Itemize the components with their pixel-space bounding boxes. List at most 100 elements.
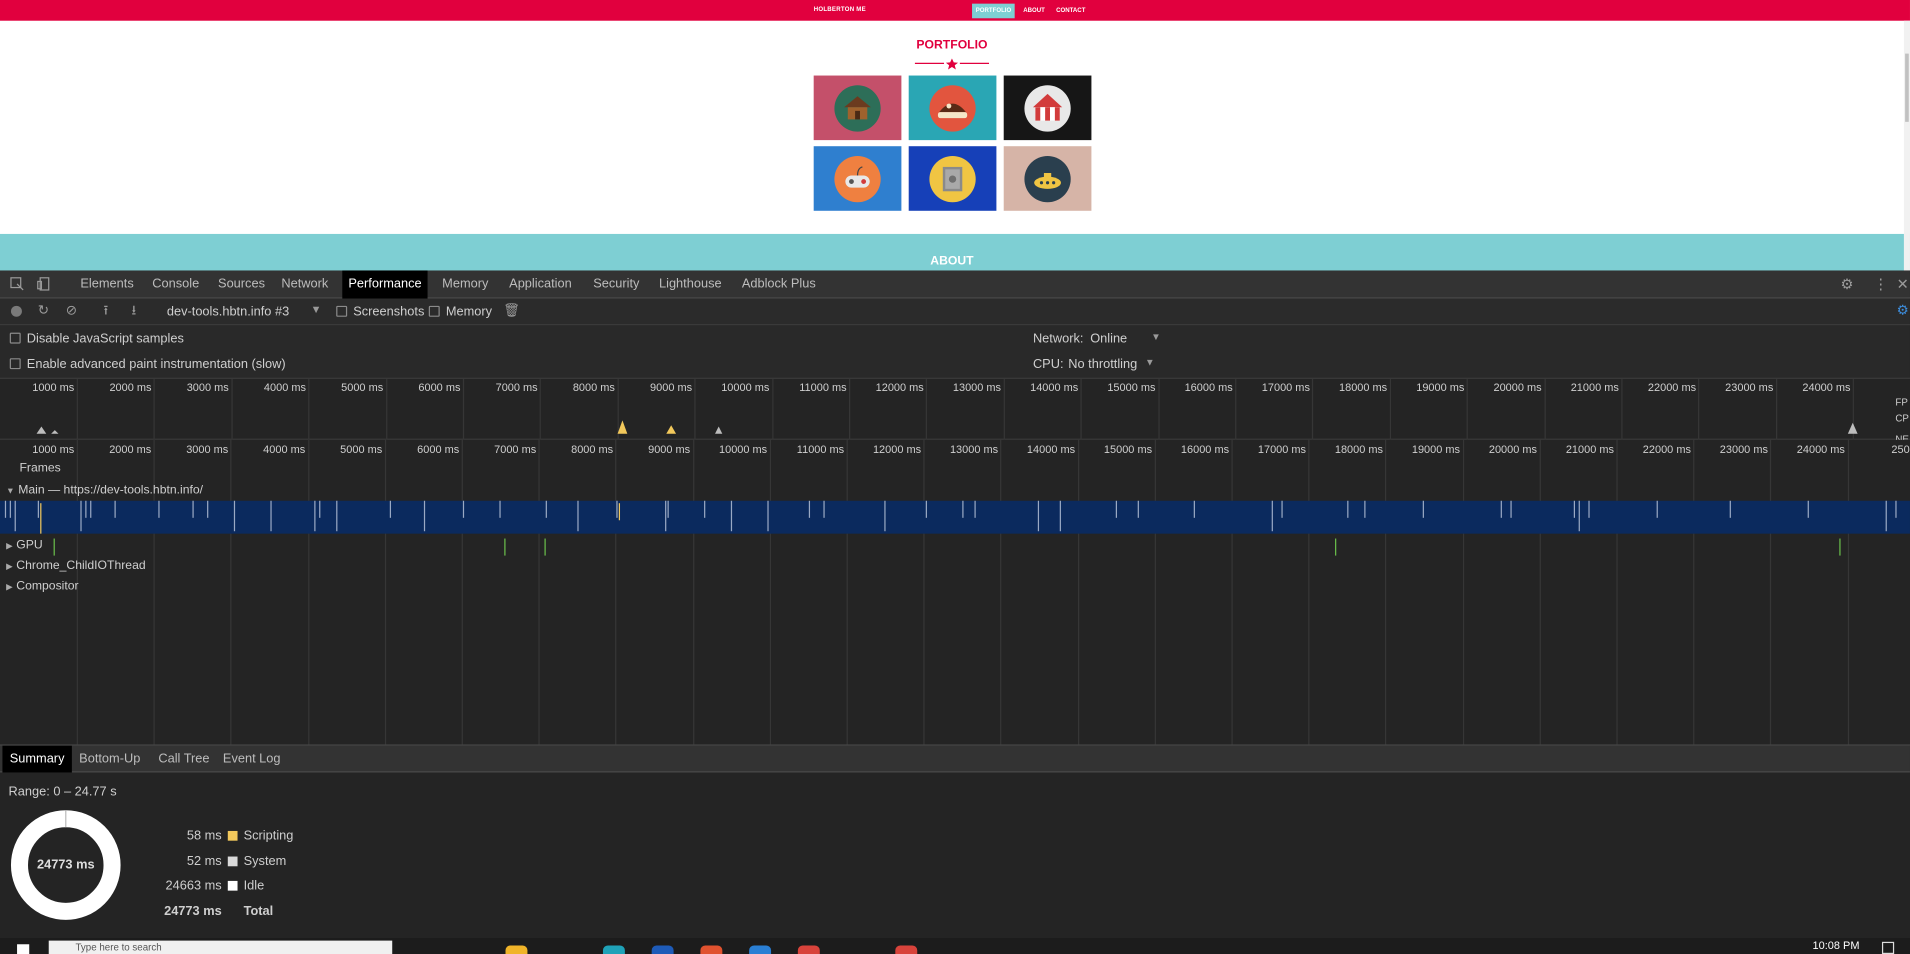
portfolio-tile-cabin[interactable] [813, 75, 902, 141]
gpu-mark[interactable] [504, 538, 506, 556]
main-thread-track[interactable] [0, 500, 1910, 534]
portfolio-tile-gamepad[interactable] [813, 146, 902, 211]
clear-icon[interactable]: ⊘ [66, 304, 77, 318]
trash-icon[interactable]: 🗑 [503, 304, 520, 318]
close-icon[interactable]: ✕ [1897, 277, 1909, 292]
disable-js-samples-checkbox[interactable] [9, 332, 21, 344]
task-mark[interactable] [37, 500, 39, 518]
task-mark[interactable] [423, 500, 426, 532]
task-mark[interactable] [1510, 500, 1512, 518]
task-mark[interactable] [389, 500, 392, 518]
gpu-mark[interactable] [53, 538, 55, 556]
task-mark[interactable] [1895, 500, 1897, 518]
task-mark[interactable] [1347, 500, 1349, 518]
task-mark[interactable] [319, 500, 321, 518]
task-mark[interactable] [1281, 500, 1283, 518]
gpu-mark[interactable] [1839, 538, 1841, 556]
capture-settings-gear-icon[interactable]: ⚙ [1897, 304, 1909, 318]
task-mark[interactable] [314, 500, 316, 532]
task-mark[interactable] [1573, 500, 1576, 518]
task-mark[interactable] [9, 500, 11, 518]
inspect-element-icon[interactable] [10, 277, 25, 295]
save-profile-icon[interactable]: ⭳ [132, 304, 137, 318]
task-mark[interactable] [85, 500, 87, 518]
tab-summary[interactable]: Summary [2, 745, 72, 773]
vscode-icon[interactable] [749, 945, 772, 954]
task-mark[interactable] [884, 500, 886, 532]
windows-start-icon[interactable] [17, 944, 30, 954]
tab-performance[interactable]: Performance [342, 270, 428, 299]
tab-event-log[interactable]: Event Log [216, 746, 288, 773]
gpu-track-header[interactable]: ▶ GPU [6, 539, 43, 552]
settings-gear-icon[interactable]: ⚙ [1841, 277, 1854, 292]
cpu-throttle-select[interactable]: No throttling [1068, 357, 1137, 372]
network-chevron-down-icon[interactable]: ▼ [1151, 332, 1161, 343]
task-mark[interactable] [704, 500, 706, 518]
nav-portfolio[interactable]: PORTFOLIO [972, 3, 1015, 19]
site-brand[interactable]: HOLBERTON ME [814, 6, 866, 13]
task-mark[interactable] [1193, 500, 1195, 518]
chevron-down-icon[interactable]: ▼ [311, 304, 322, 316]
more-menu-icon[interactable]: ⋮ [1873, 277, 1888, 292]
task-mark[interactable] [270, 500, 272, 532]
compositor-track-header[interactable]: ▶ Compositor [6, 580, 79, 593]
tab-console[interactable]: Console [146, 270, 205, 298]
task-mark[interactable] [1422, 500, 1424, 518]
chrome-icon[interactable] [797, 945, 820, 954]
task-mark[interactable] [90, 500, 92, 518]
tab-memory[interactable]: Memory [436, 270, 494, 298]
task-mark[interactable] [545, 500, 547, 518]
task-mark[interactable] [667, 500, 669, 518]
task-mark[interactable] [207, 500, 209, 518]
task-mark[interactable] [336, 500, 338, 532]
timeline-overview[interactable]: 1000 ms 2000 ms 3000 ms 4000 ms 5000 ms 6000 … [0, 378, 1910, 445]
task-mark[interactable] [1115, 500, 1117, 518]
task-mark[interactable] [730, 500, 733, 532]
taskbar-search-input[interactable]: Type here to search [48, 940, 393, 954]
task-mark[interactable] [962, 500, 964, 518]
recording-selector[interactable]: dev-tools.hbtn.info #3 [167, 305, 289, 320]
task-mark[interactable] [974, 500, 976, 518]
cpu-chevron-down-icon[interactable]: ▼ [1145, 358, 1155, 368]
page-scrollbar-thumb[interactable] [1905, 53, 1909, 122]
task-mark[interactable] [499, 500, 501, 518]
task-mark[interactable] [1578, 500, 1580, 532]
task-mark[interactable] [1588, 500, 1590, 518]
notification-center-icon[interactable] [1881, 941, 1895, 954]
tab-application[interactable]: Application [503, 270, 578, 298]
gpu-mark[interactable] [1335, 538, 1337, 556]
task-mark[interactable] [40, 503, 42, 534]
task-mark[interactable] [1729, 500, 1731, 518]
advanced-paint-checkbox[interactable] [9, 358, 21, 370]
tab-call-tree[interactable]: Call Tree [151, 746, 217, 773]
tab-adblock-plus[interactable]: Adblock Plus [736, 270, 822, 298]
task-mark[interactable] [1807, 500, 1809, 518]
task-mark[interactable] [616, 500, 618, 518]
task-mark[interactable] [233, 500, 236, 532]
task-mark[interactable] [158, 500, 160, 518]
task-mark[interactable] [80, 500, 82, 532]
task-mark[interactable] [767, 500, 769, 532]
tab-security[interactable]: Security [587, 270, 645, 298]
task-mark[interactable] [462, 500, 465, 518]
portfolio-tile-slice[interactable] [908, 75, 997, 141]
edge-browser-icon[interactable] [602, 945, 625, 954]
mail-app-icon[interactable] [651, 945, 674, 954]
reload-record-icon[interactable]: ↻ [38, 304, 49, 318]
task-mark[interactable] [1500, 500, 1502, 518]
portfolio-tile-submarine[interactable] [1003, 146, 1092, 211]
task-mark[interactable] [1364, 500, 1366, 518]
task-mark[interactable] [823, 500, 825, 518]
portfolio-tile-safe[interactable] [908, 146, 997, 211]
task-mark[interactable] [1059, 500, 1061, 532]
file-explorer-icon[interactable] [505, 945, 528, 954]
taskbar-clock[interactable]: 10:08 PM [1813, 939, 1860, 951]
tab-sources[interactable]: Sources [212, 270, 271, 298]
portfolio-tile-circus[interactable] [1003, 75, 1092, 141]
record-icon[interactable] [10, 305, 22, 317]
office-app-icon[interactable] [700, 945, 723, 954]
chrome-active-icon[interactable] [895, 945, 918, 954]
tab-lighthouse[interactable]: Lighthouse [653, 270, 728, 298]
nav-contact[interactable]: CONTACT [1052, 4, 1089, 19]
screenshots-checkbox[interactable] [336, 305, 348, 317]
